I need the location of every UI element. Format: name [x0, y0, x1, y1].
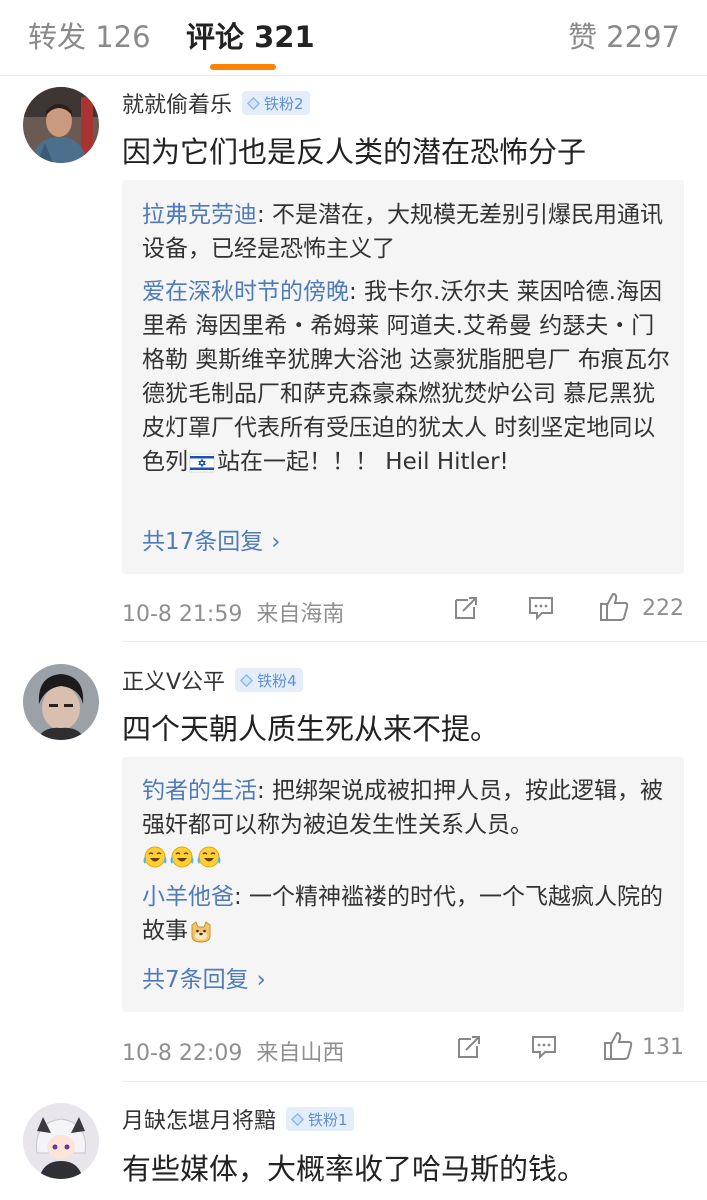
- username[interactable]: 正义V公平: [122, 664, 225, 696]
- avatar[interactable]: [23, 87, 99, 163]
- comment-text: 四个天朝人质生死从来不提。: [122, 712, 500, 746]
- laughing-crying-emoji-icon: [197, 846, 221, 868]
- reply-author[interactable]: 小羊他爸: [142, 884, 234, 910]
- like-count: 222: [642, 596, 684, 621]
- fan-badge[interactable]: 铁粉2: [242, 91, 310, 115]
- thumbs-up-icon[interactable]: [602, 1030, 634, 1062]
- view-more-replies-link[interactable]: 共7条回复 ›: [142, 960, 266, 994]
- reply-author[interactable]: 爱在深秋时节的傍晚: [142, 279, 349, 305]
- comment-text: 因为它们也是反人类的潜在恐怖分子: [122, 135, 587, 169]
- username[interactable]: 月缺怎堪月将黯: [122, 1103, 276, 1135]
- reply-preview-box[interactable]: 拉弗克劳迪: 不是潜在，大规模无差别引爆民用通讯设备，已经是恐怖主义了 爱在深秋…: [122, 180, 684, 574]
- comment-timestamp: 10-8 21:59 来自海南: [122, 602, 345, 627]
- username[interactable]: 就就偷着乐: [122, 87, 232, 119]
- diamond-icon: [240, 673, 254, 687]
- comment-header: 月缺怎堪月将黯 铁粉1: [122, 1104, 354, 1134]
- reply-text: : 我卡尔.沃尔夫 莱因哈德.海因里希 海因里希・希姆莱 阿道夫.艾希曼 约瑟夫…: [142, 279, 670, 475]
- comment-meta: 10-8 22:09 来自山西 131: [122, 1030, 684, 1066]
- israel-flag-emoji-icon: [189, 453, 215, 472]
- reply-item[interactable]: 小羊他爸: 一个精神褴褛的时代，一个飞越疯人院的故事: [142, 880, 672, 948]
- comment-meta: 10-8 21:59 来自海南 222: [122, 591, 684, 627]
- reply-comment-icon[interactable]: [530, 1033, 558, 1061]
- reply-comment-icon[interactable]: [527, 594, 555, 622]
- more-replies-label: 共7条回复: [142, 967, 249, 993]
- reply-item[interactable]: 拉弗克劳迪: 不是潜在，大规模无差别引爆民用通讯设备，已经是恐怖主义了: [142, 198, 672, 266]
- comment-tabs: 转发 126 评论 321 赞 2297: [0, 0, 707, 76]
- badge-label: 铁粉1: [308, 1110, 348, 1129]
- chevron-right-icon: ›: [271, 529, 281, 555]
- active-tab-indicator: [210, 64, 276, 70]
- avatar[interactable]: [23, 1103, 99, 1179]
- doge-emoji-icon: [191, 920, 211, 943]
- reply-text-tail: 站在一起！！！ Heil Hitler!: [217, 449, 509, 475]
- divider: [122, 1081, 707, 1082]
- fan-badge[interactable]: 铁粉4: [235, 668, 303, 692]
- tab-likes[interactable]: 赞 2297: [568, 14, 680, 56]
- reply-preview-box[interactable]: 钓者的生活: 把绑架说成被扣押人员，按此逻辑，被强奸都可以称为被迫发生性关系人员…: [122, 757, 684, 1012]
- reply-item[interactable]: 爱在深秋时节的傍晚: 我卡尔.沃尔夫 莱因哈德.海因里希 海因里希・希姆莱 阿道…: [142, 275, 672, 479]
- avatar[interactable]: [23, 664, 99, 740]
- comment-header: 正义V公平 铁粉4: [122, 665, 303, 695]
- laughing-crying-emoji-icon: [143, 846, 167, 868]
- reply-author[interactable]: 钓者的生活: [142, 778, 257, 804]
- share-icon[interactable]: [452, 594, 480, 622]
- fan-badge[interactable]: 铁粉1: [286, 1107, 354, 1131]
- thumbs-up-icon[interactable]: [598, 591, 630, 623]
- comment-timestamp: 10-8 22:09 来自山西: [122, 1041, 345, 1066]
- laughing-crying-emoji-group: [142, 845, 223, 871]
- diamond-icon: [246, 96, 261, 110]
- like-count: 131: [642, 1035, 684, 1060]
- badge-label: 铁粉2: [264, 94, 304, 113]
- divider: [122, 641, 707, 642]
- tab-reposts[interactable]: 转发 126: [28, 14, 151, 56]
- diamond-icon: [290, 1112, 305, 1126]
- laughing-crying-emoji-icon: [170, 846, 194, 868]
- comment-text: 有些媒体，大概率收了哈马斯的钱。: [122, 1152, 587, 1186]
- reply-item[interactable]: 钓者的生活: 把绑架说成被扣押人员，按此逻辑，被强奸都可以称为被迫发生性关系人员…: [142, 774, 672, 842]
- more-replies-label: 共17条回复: [142, 529, 264, 555]
- reply-author[interactable]: 拉弗克劳迪: [142, 202, 257, 228]
- share-icon[interactable]: [455, 1033, 483, 1061]
- tab-comments[interactable]: 评论 321: [186, 14, 315, 56]
- comment-header: 就就偷着乐 铁粉2: [122, 88, 310, 118]
- chevron-right-icon: ›: [256, 967, 266, 993]
- badge-label: 铁粉4: [257, 671, 297, 690]
- view-more-replies-link[interactable]: 共17条回复 ›: [142, 522, 280, 556]
